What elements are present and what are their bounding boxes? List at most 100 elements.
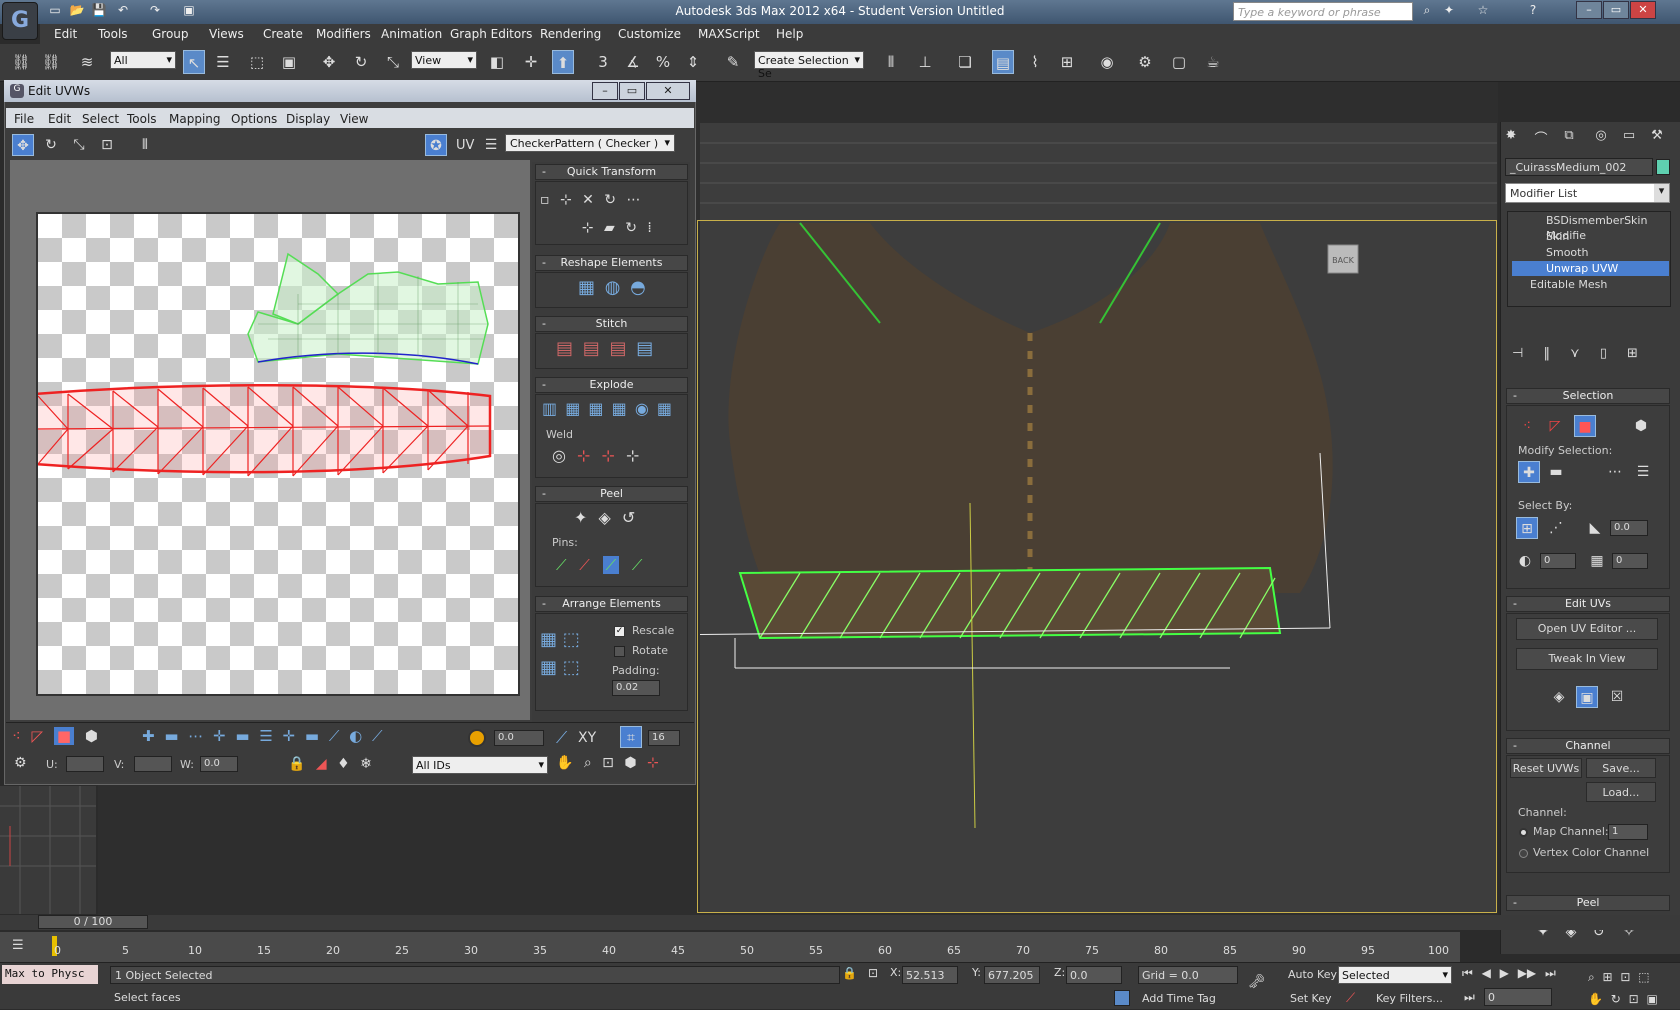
rotate-icon[interactable]: ↻ (350, 50, 372, 74)
track-bar[interactable] (0, 932, 1460, 962)
select-by-smoothing-icon[interactable]: ◐ (1514, 550, 1536, 572)
stitch-icons[interactable]: ▤ ▤ ▤ ▤ (556, 338, 653, 359)
uv-move-icon[interactable]: ✥ (12, 134, 34, 156)
rectangle-selection-icon[interactable]: ⬚ (246, 50, 268, 74)
menu-customize[interactable]: Customize (618, 27, 681, 41)
ring-selection-icon[interactable]: ☰ (1632, 461, 1654, 483)
map-channel-radio[interactable] (1519, 828, 1528, 837)
auto-key-button[interactable]: Auto Key (1288, 968, 1337, 981)
w-spinner[interactable]: 0.0 (200, 756, 238, 772)
stitch-header[interactable]: Stitch (535, 316, 688, 332)
padding-spinner[interactable]: 0.02 (612, 680, 660, 696)
schematic-view-icon[interactable]: ⊞ (1056, 50, 1078, 74)
uv-menu-options[interactable]: Options (231, 112, 277, 126)
reshape-elements-header[interactable]: Reshape Elements (535, 255, 688, 271)
key-mode-toggle-icon[interactable]: ⏭ (1464, 990, 1475, 1005)
select-manipulate-icon[interactable]: ✛ (520, 50, 542, 74)
face-select-icon[interactable]: ■ (1574, 415, 1596, 437)
channel-rollout-header[interactable]: Channel (1506, 738, 1670, 754)
mini-curve-editor-icon[interactable]: ☰ (12, 938, 24, 953)
grow-selection-icon[interactable]: ✚ (1518, 461, 1540, 483)
modify-tab-icon[interactable]: ⌒ (1530, 128, 1552, 150)
stack-item-unwrap-uvw[interactable]: Unwrap UVW (1512, 261, 1669, 276)
menu-views[interactable]: Views (209, 27, 244, 41)
uv-menu-edit[interactable]: Edit (48, 112, 71, 126)
tweak-in-view-button[interactable]: Tweak In View (1516, 648, 1658, 670)
uv-freeform-icon[interactable]: ⊡ (96, 134, 118, 156)
selection-rollout-header[interactable]: Selection (1506, 388, 1670, 404)
planar-angle-icon[interactable]: ◣ (1584, 517, 1606, 539)
falloff-spinner[interactable]: 0.0 (494, 730, 544, 746)
uv-menu-select[interactable]: Select (82, 112, 119, 126)
modifier-list-arrow-icon[interactable]: ▾ (1654, 184, 1669, 202)
ignore-backfacing-icon[interactable]: ⋰ (1545, 517, 1567, 539)
peel-header[interactable]: Peel (535, 486, 688, 502)
select-object-icon[interactable]: ↖ (183, 50, 205, 74)
time-slider-thumb[interactable]: 0 / 100 (38, 915, 148, 929)
close-button[interactable]: ✕ (1630, 1, 1656, 19)
time-slider[interactable]: 0 / 100 (0, 915, 1680, 930)
render-production-icon[interactable]: ☕ (1202, 50, 1224, 74)
falloff-type-icon[interactable]: ⟋ (556, 728, 567, 748)
menu-modifiers[interactable]: Modifiers (316, 27, 371, 41)
menu-maxscript[interactable]: MAXScript (698, 27, 760, 41)
peel-tool-icons[interactable]: ✦ ◈ ↺ (574, 508, 635, 527)
rescale-checkbox[interactable]: ✓ (614, 626, 625, 637)
material-editor-icon[interactable]: ◉ (1096, 50, 1118, 74)
explode-icons[interactable]: ▥ ▦ ▦ ▦ ◉ ▦ (542, 399, 672, 418)
menu-rendering[interactable]: Rendering (540, 27, 601, 41)
unlink-icon[interactable]: ⛓ (40, 50, 62, 74)
object-color-swatch[interactable] (1656, 159, 1670, 175)
project-folder-icon[interactable]: ▣ (180, 3, 198, 19)
align-view-icon[interactable]: ▣ (1576, 686, 1598, 708)
x-coordinate-field[interactable]: 52.513 (902, 966, 958, 984)
quick-transform-header[interactable]: Quick Transform (535, 164, 688, 180)
window-crossing-icon[interactable]: ▣ (278, 50, 300, 74)
menu-help[interactable]: Help (776, 27, 803, 41)
reshape-icons[interactable]: ▦ ◍ ◓ (578, 277, 646, 298)
key-filters-button[interactable]: Key Filters... (1376, 992, 1443, 1005)
tools-icon[interactable]: ✦ (1440, 3, 1458, 19)
maxscript-listener[interactable]: Max to Physc (2, 965, 98, 984)
uv-minimize-button[interactable]: – (592, 82, 618, 100)
angle-snap-icon[interactable]: ∡ (622, 50, 644, 74)
material-id-spinner[interactable]: 0 (1612, 553, 1648, 569)
explode-header[interactable]: Explode (535, 377, 688, 393)
pivot-center-icon[interactable]: ◧ (486, 50, 508, 74)
uv-subobject-icons[interactable]: ⁖ ◸ ■ ⬢ (12, 727, 98, 745)
menu-animation[interactable]: Animation (381, 27, 442, 41)
rotate-checkbox[interactable] (614, 646, 625, 657)
save-uvw-button[interactable]: Save... (1586, 758, 1656, 778)
current-frame-field[interactable]: 0 (1484, 988, 1552, 1006)
minimize-button[interactable]: – (1576, 1, 1602, 19)
uv-close-button[interactable]: ✕ (646, 82, 690, 100)
mirror-icon[interactable]: ⫴ (880, 50, 902, 74)
uv-menu-tools[interactable]: Tools (127, 112, 157, 126)
uv-menu-view[interactable]: View (340, 112, 368, 126)
y-coordinate-field[interactable]: 677.205 (984, 966, 1040, 984)
uv-maximize-button[interactable]: ▭ (619, 82, 645, 100)
named-selection-dropdown[interactable]: Create Selection Se (754, 51, 864, 80)
uv-show-map-icon[interactable]: ✪ (425, 134, 447, 156)
stack-item-editable-mesh[interactable]: Editable Mesh (1512, 277, 1669, 292)
move-icon[interactable]: ✥ (318, 50, 340, 74)
stack-item-smooth[interactable]: Smooth (1512, 245, 1669, 260)
default-in-out-tangent-icon[interactable]: ⟋ (1346, 991, 1355, 1006)
map-channel-spinner[interactable]: 1 (1608, 824, 1648, 840)
redo-icon[interactable]: ↷ (146, 3, 164, 19)
help-icon[interactable]: ? (1524, 3, 1542, 19)
undo-icon[interactable]: ↶ (114, 3, 132, 19)
uv-menu-file[interactable]: File (14, 112, 34, 126)
checker-pattern-dropdown[interactable]: CheckerPattern ( Checker ) (505, 134, 675, 152)
z-coordinate-field[interactable]: 0.0 (1066, 966, 1122, 984)
xy-space-label[interactable]: XY (578, 730, 596, 746)
uv-menu-mapping[interactable]: Mapping (169, 112, 221, 126)
planar-angle-spinner[interactable]: 0.0 (1610, 520, 1648, 536)
utilities-tab-icon[interactable]: ⚒ (1646, 128, 1668, 150)
stack-item-bsdismemberskin[interactable]: BSDismemberSkin Modifie (1512, 213, 1669, 242)
select-by-element-icon[interactable]: ⊞ (1516, 517, 1538, 539)
menu-create[interactable]: Create (263, 27, 303, 41)
stack-item-skin[interactable]: Skin (1512, 229, 1669, 244)
v-spinner[interactable] (134, 756, 172, 772)
quick-planar-map-icon[interactable]: ◈ (1548, 686, 1570, 708)
